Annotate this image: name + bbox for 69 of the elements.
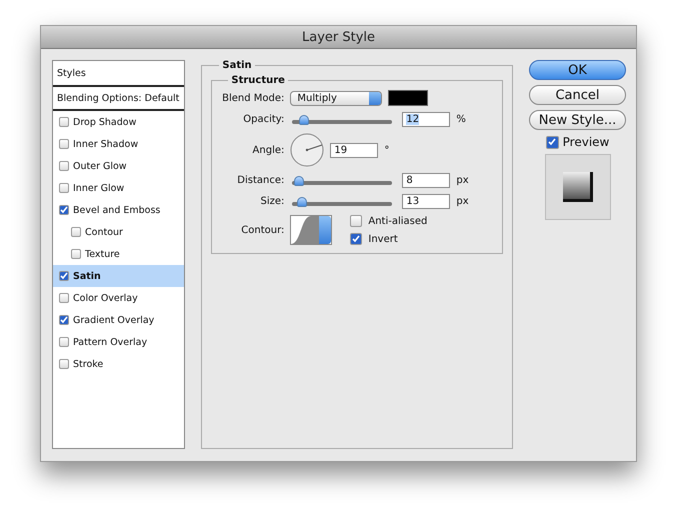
sidebar-item[interactable]: Stroke bbox=[73, 358, 104, 370]
checkbox[interactable] bbox=[59, 359, 69, 369]
slider-track[interactable] bbox=[292, 114, 392, 126]
slider-track[interactable] bbox=[292, 196, 392, 208]
check-icon bbox=[60, 206, 68, 214]
blend-mode-select[interactable]: Multiply bbox=[290, 90, 382, 106]
input-field[interactable]: 8 bbox=[402, 173, 450, 188]
sidebar-item[interactable]: Color Overlay bbox=[73, 292, 138, 304]
field-label: Contour: bbox=[240, 224, 284, 236]
dialog-button[interactable]: New Style... bbox=[529, 110, 626, 130]
sidebar-item[interactable]: Blending Options: Default bbox=[57, 92, 180, 104]
checkbox[interactable] bbox=[59, 161, 69, 171]
input-field[interactable]: 12 bbox=[402, 112, 450, 127]
field-label: Blend Mode: bbox=[221, 92, 284, 104]
group-title: Satin bbox=[221, 60, 253, 71]
checkbox[interactable] bbox=[350, 215, 362, 227]
sidebar-item[interactable]: Gradient Overlay bbox=[73, 314, 154, 326]
slider-thumb[interactable] bbox=[297, 196, 308, 206]
check-icon bbox=[60, 272, 68, 280]
unit-label: px bbox=[456, 175, 469, 186]
checkbox[interactable] bbox=[546, 136, 559, 148]
checkbox[interactable] bbox=[59, 337, 69, 347]
sidebar-item[interactable]: Pattern Overlay bbox=[73, 336, 148, 348]
field-label: Size: bbox=[259, 196, 284, 207]
checkbox[interactable] bbox=[59, 205, 69, 215]
slider-thumb[interactable] bbox=[299, 114, 310, 124]
slider-track[interactable] bbox=[292, 174, 392, 186]
input-field[interactable]: 19 bbox=[330, 142, 378, 158]
checkbox[interactable] bbox=[59, 139, 69, 149]
sidebar-item[interactable]: Inner Shadow bbox=[73, 138, 138, 150]
dialog-button[interactable]: Cancel bbox=[529, 85, 626, 105]
checkbox[interactable] bbox=[59, 183, 69, 193]
checkbox[interactable] bbox=[71, 249, 81, 259]
sidebar-item[interactable]: Texture bbox=[85, 248, 120, 260]
sidebar-item[interactable]: Outer Glow bbox=[73, 160, 127, 172]
window-title: Layer Style bbox=[302, 30, 376, 44]
checkbox-label[interactable]: Anti-aliased bbox=[368, 216, 428, 226]
field-label: Opacity: bbox=[242, 114, 284, 125]
sidebar-item[interactable]: Drop Shadow bbox=[73, 116, 136, 128]
selected-row[interactable]: Satin bbox=[53, 265, 184, 287]
checkbox[interactable] bbox=[59, 271, 69, 281]
checkbox[interactable] bbox=[59, 117, 69, 127]
color-swatch[interactable] bbox=[388, 90, 428, 106]
group-title: Structure bbox=[230, 75, 286, 86]
checkbox[interactable] bbox=[59, 293, 69, 303]
sidebar-item[interactable]: Inner Glow bbox=[73, 182, 124, 194]
slider-thumb[interactable] bbox=[294, 176, 304, 186]
check-icon bbox=[548, 138, 556, 146]
sidebar-item[interactable]: Bevel and Emboss bbox=[73, 204, 160, 216]
sidebar-item[interactable]: Contour bbox=[85, 226, 123, 238]
angle-dial[interactable] bbox=[290, 133, 324, 167]
unit-label: % bbox=[456, 114, 466, 125]
field-label: Distance: bbox=[236, 175, 284, 186]
checkbox[interactable] bbox=[71, 227, 81, 237]
unit-label: ° bbox=[384, 144, 390, 156]
checkbox-label[interactable]: Invert bbox=[368, 234, 398, 244]
checkbox[interactable] bbox=[350, 233, 362, 245]
checkbox-label[interactable]: Preview bbox=[562, 135, 610, 149]
preview-swatch-icon bbox=[562, 171, 594, 203]
list-header: Styles bbox=[57, 68, 86, 78]
ok-button[interactable]: OK bbox=[529, 60, 626, 80]
unit-label: px bbox=[456, 196, 469, 207]
check-icon bbox=[60, 316, 68, 324]
input-field[interactable]: 13 bbox=[402, 194, 450, 209]
sidebar-item[interactable]: Satin bbox=[73, 270, 101, 282]
check-icon bbox=[352, 235, 360, 243]
field-label: Angle: bbox=[252, 144, 284, 156]
contour-picker[interactable] bbox=[290, 215, 332, 245]
checkbox[interactable] bbox=[59, 315, 69, 325]
